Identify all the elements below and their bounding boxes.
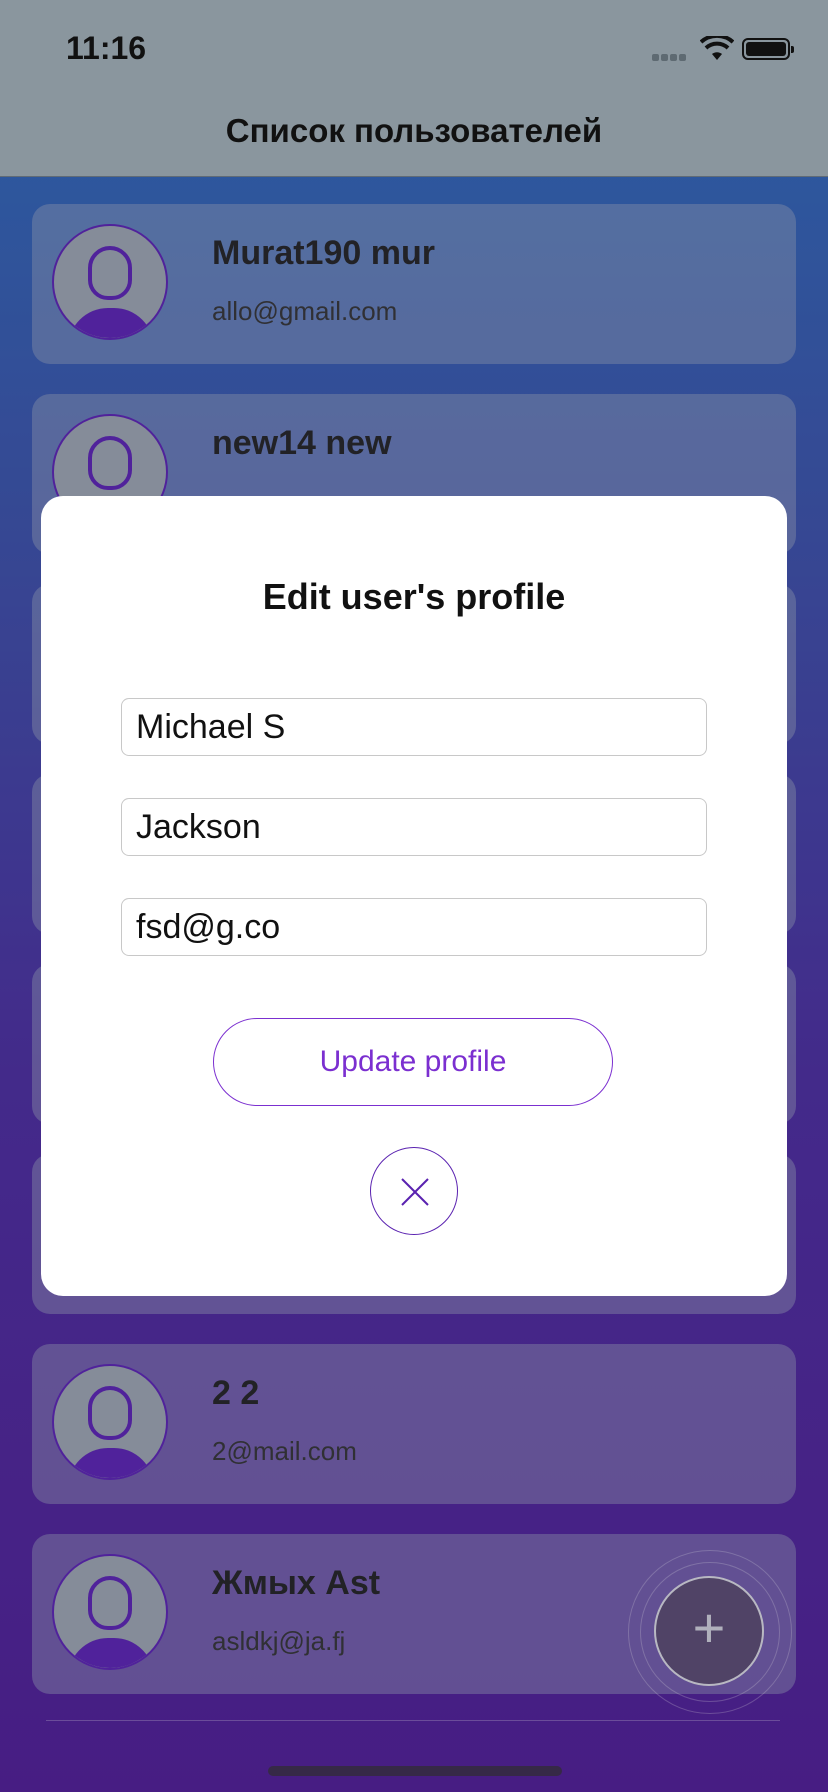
battery-icon xyxy=(742,38,794,60)
update-profile-button[interactable]: Update profile xyxy=(213,1018,613,1106)
edit-profile-dialog: Edit user's profile Update profile xyxy=(41,496,787,1296)
wifi-icon xyxy=(700,36,734,60)
cellular-signal-icon xyxy=(652,48,692,61)
first-name-field[interactable] xyxy=(121,698,707,756)
status-time: 11:16 xyxy=(66,30,147,66)
close-icon xyxy=(401,1178,429,1206)
page-title: Список пользователей xyxy=(225,112,603,149)
last-name-field[interactable] xyxy=(121,798,707,856)
close-button[interactable] xyxy=(370,1147,458,1235)
navigation-bar: 11:16 Список пользователей xyxy=(0,0,828,177)
email-field[interactable] xyxy=(121,898,707,956)
dialog-title: Edit user's profile xyxy=(262,576,566,617)
